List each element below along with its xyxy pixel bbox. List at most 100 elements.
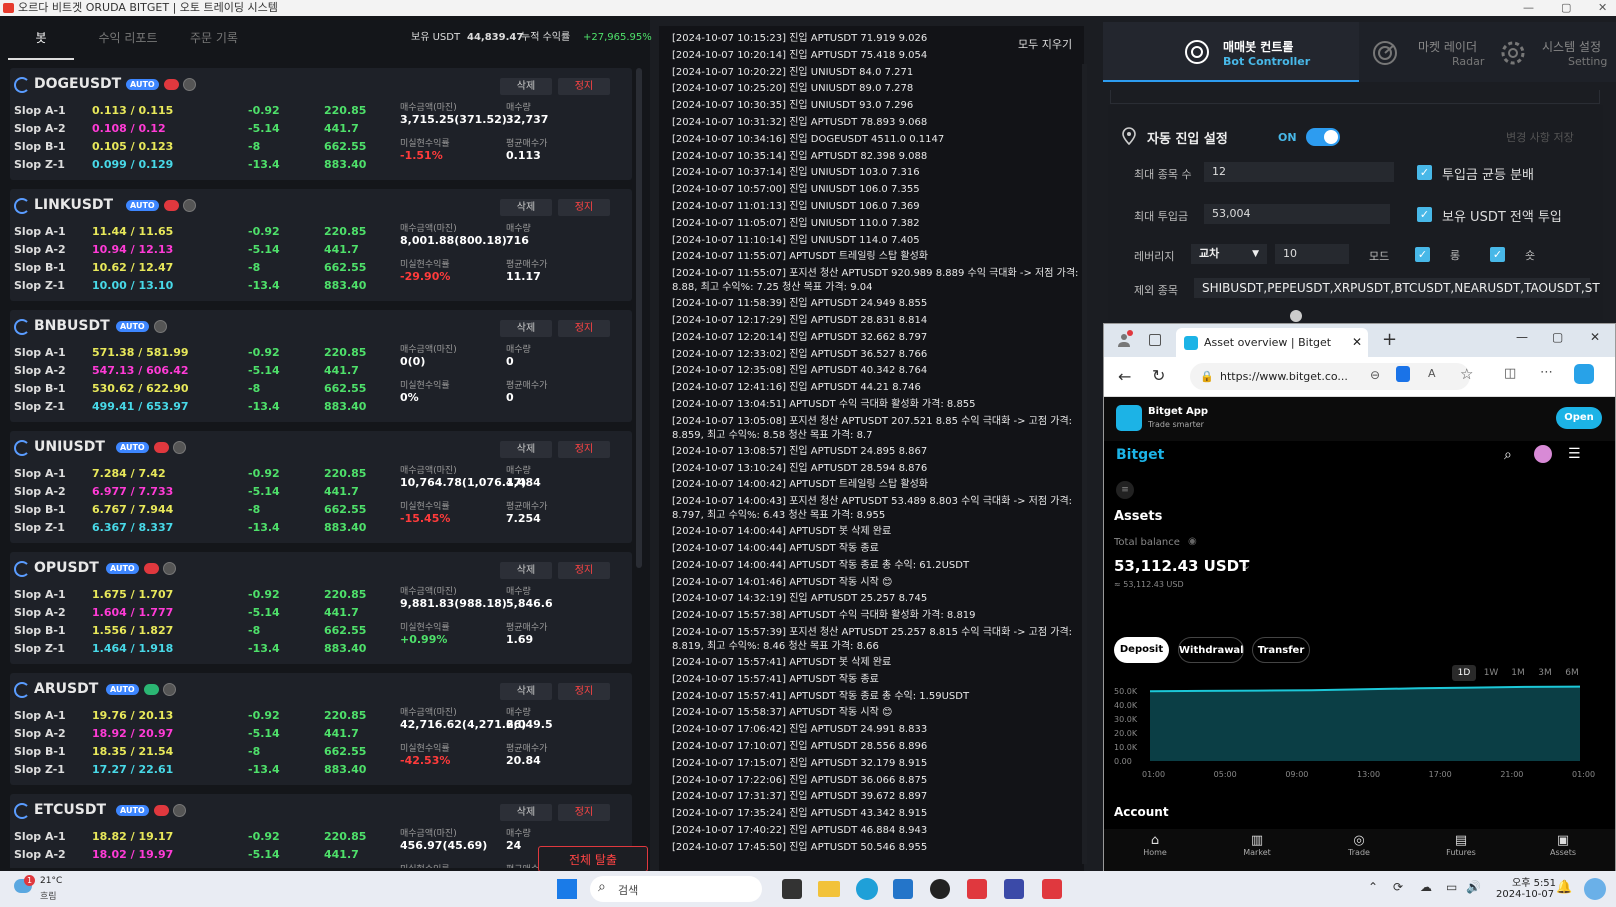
split-screen-icon[interactable]: ◫ xyxy=(1504,366,1516,381)
app-icon-3[interactable] xyxy=(1004,879,1024,899)
save-changes-button[interactable]: 변경 사항 저장 xyxy=(1506,129,1574,145)
slider-handle[interactable] xyxy=(1290,310,1302,322)
long-checkbox[interactable]: ✓ xyxy=(1415,247,1430,262)
edge-icon[interactable] xyxy=(856,878,878,900)
extension-icon[interactable] xyxy=(1396,366,1410,382)
log-line: [2024-10-07 11:58:39] 진입 APTUSDT 24.949 … xyxy=(672,298,928,310)
file-explorer-icon[interactable] xyxy=(818,881,840,897)
new-tab-button[interactable]: + xyxy=(1382,329,1397,350)
network-icon[interactable]: ▭ xyxy=(1446,880,1457,894)
open-app-button[interactable]: Open xyxy=(1556,407,1602,429)
close-button[interactable]: ✕ xyxy=(1598,0,1607,16)
browser-maximize-button[interactable]: ▢ xyxy=(1552,330,1563,344)
currency-chevron-icon[interactable]: ⌄ xyxy=(1242,559,1251,572)
back-icon[interactable]: ← xyxy=(1118,367,1131,386)
delete-button[interactable]: 삭제 xyxy=(500,320,552,337)
favorite-icon[interactable]: ☆ xyxy=(1460,365,1473,383)
read-aloud-icon[interactable]: A xyxy=(1428,367,1436,380)
eye-icon[interactable]: ◉ xyxy=(1188,536,1197,547)
refresh-icon[interactable]: ↻ xyxy=(1152,366,1165,385)
tray-chevron-icon[interactable]: ⌃ xyxy=(1368,880,1378,894)
zoom-icon[interactable]: ⊖ xyxy=(1370,368,1380,382)
tab-close-icon[interactable]: ✕ xyxy=(1352,328,1362,357)
search-icon[interactable]: ⌕ xyxy=(1504,447,1512,463)
taskbar-date[interactable]: 2024-10-07 xyxy=(1496,889,1554,900)
app-icon-1[interactable] xyxy=(930,879,950,899)
delete-button[interactable]: 삭제 xyxy=(500,78,552,95)
stop-button[interactable]: 정지 xyxy=(558,78,610,95)
nav-bot-title: 매매봇 컨트롤 xyxy=(1223,40,1294,54)
tab-actions-icon[interactable] xyxy=(1149,334,1161,346)
stop-button[interactable]: 정지 xyxy=(558,441,610,458)
taskbar-search[interactable]: ⌕ 검색 xyxy=(590,876,762,902)
avatar[interactable] xyxy=(1534,445,1552,463)
exit-all-button[interactable]: 전체 탈출 xyxy=(538,846,648,872)
stop-button[interactable]: 정지 xyxy=(558,683,610,700)
tab-order-history[interactable]: 주문 기록 xyxy=(178,16,250,60)
range-1d[interactable]: 1D xyxy=(1452,665,1476,681)
sync-icon[interactable]: ⟳ xyxy=(1393,880,1403,894)
maximize-button[interactable]: ▢ xyxy=(1561,0,1571,16)
task-view-icon[interactable] xyxy=(782,879,802,899)
log-scrollbar[interactable] xyxy=(1082,64,1087,864)
bell-icon[interactable]: 🔔 xyxy=(1556,880,1572,895)
browser-minimize-button[interactable]: — xyxy=(1516,330,1528,344)
equal-split-checkbox[interactable]: ✓ xyxy=(1417,165,1432,180)
auto-entry-toggle[interactable] xyxy=(1306,128,1340,146)
range-6m[interactable]: 6M xyxy=(1560,665,1584,681)
bottom-nav-futures[interactable]: ▤ Futures xyxy=(1410,829,1512,871)
windows-start-icon[interactable] xyxy=(557,879,577,899)
stop-button[interactable]: 정지 xyxy=(558,804,610,821)
app-icon xyxy=(3,3,14,13)
log-line: [2024-10-07 15:57:41] APTUSDT 봇 삭제 완료 xyxy=(672,657,892,668)
deposit-button[interactable]: Deposit xyxy=(1114,637,1169,663)
menu-icon[interactable]: ☰ xyxy=(1568,446,1581,462)
delete-button[interactable]: 삭제 xyxy=(500,683,552,700)
max-invest-input[interactable]: 53,004 xyxy=(1204,204,1390,224)
leverage-input[interactable]: 10 xyxy=(1275,244,1349,264)
stop-button[interactable]: 정지 xyxy=(558,199,610,216)
bitget-logo[interactable]: Bitget xyxy=(1116,447,1164,463)
all-usdt-checkbox[interactable]: ✓ xyxy=(1417,207,1432,222)
delete-button[interactable]: 삭제 xyxy=(500,199,552,216)
stop-button[interactable]: 정지 xyxy=(558,320,610,337)
unrealized-label: 미실현수익률 xyxy=(400,381,450,391)
range-1m[interactable]: 1M xyxy=(1506,665,1530,681)
volume-icon[interactable]: 🔊 xyxy=(1466,880,1481,894)
stop-button[interactable]: 정지 xyxy=(558,562,610,579)
copilot-taskbar-icon[interactable] xyxy=(1584,878,1606,900)
bottom-nav-home[interactable]: ⌂ Home xyxy=(1104,829,1206,871)
store-icon[interactable] xyxy=(893,879,913,899)
bottom-nav-assets[interactable]: ▣ Assets xyxy=(1512,829,1614,871)
tab-profit-report[interactable]: 수익 리포트 xyxy=(88,16,168,60)
browser-close-button[interactable]: ✕ xyxy=(1590,330,1600,344)
list-icon[interactable]: ≡ xyxy=(1116,481,1134,499)
delete-button[interactable]: 삭제 xyxy=(500,804,552,821)
bottom-nav-trade[interactable]: ◎ Trade xyxy=(1308,829,1410,871)
minimize-button[interactable]: — xyxy=(1523,0,1534,16)
nav-settings[interactable]: 시스템 설정 Setting xyxy=(1488,22,1616,82)
slop-range: 18.82 / 19.17 xyxy=(92,830,174,843)
short-checkbox[interactable]: ✓ xyxy=(1490,247,1505,262)
range-3m[interactable]: 3M xyxy=(1533,665,1557,681)
delete-button[interactable]: 삭제 xyxy=(500,562,552,579)
max-symbols-input[interactable]: 12 xyxy=(1204,162,1394,182)
tab-bots[interactable]: 봇 xyxy=(8,16,74,60)
range-1w[interactable]: 1W xyxy=(1479,665,1503,681)
transfer-button[interactable]: Transfer xyxy=(1252,637,1310,663)
copilot-icon[interactable] xyxy=(1574,364,1594,384)
taskbar-time[interactable]: 오후 5:51 xyxy=(1512,874,1556,889)
nav-bot-controller[interactable]: 매매봇 컨트롤 Bot Controller xyxy=(1103,22,1359,82)
exclude-input[interactable]: SHIBUSDT,PEPEUSDT,XRPUSDT,BTCUSDT,NEARUS… xyxy=(1194,278,1600,298)
bot-list-scrollbar[interactable] xyxy=(636,68,642,568)
delete-button[interactable]: 삭제 xyxy=(500,441,552,458)
nav-radar[interactable]: 마켓 레이더 Radar xyxy=(1360,22,1486,82)
app-icon-2[interactable] xyxy=(967,879,987,899)
withdrawal-button[interactable]: Withdrawal xyxy=(1178,637,1244,663)
bottom-nav-market[interactable]: ▥ Market xyxy=(1206,829,1308,871)
leverage-mode-select[interactable]: 교차 ▼ xyxy=(1191,244,1267,264)
browser-tab-bitget[interactable]: Asset overview | Bitget ✕ xyxy=(1176,328,1368,357)
app-icon-4[interactable] xyxy=(1042,879,1062,899)
more-icon[interactable]: ⋯ xyxy=(1540,365,1553,380)
cloud-icon[interactable]: ☁ xyxy=(1420,880,1432,894)
